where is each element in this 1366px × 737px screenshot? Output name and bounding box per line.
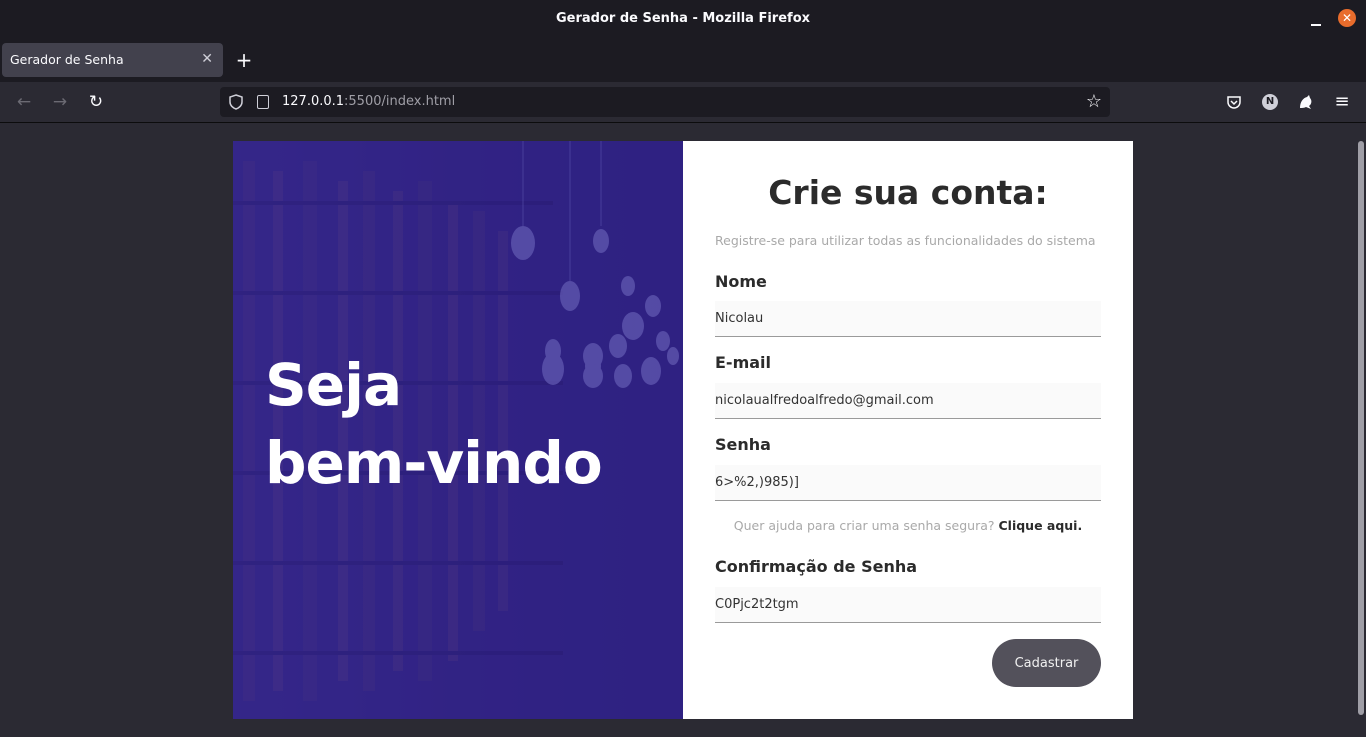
bookmark-star-icon[interactable]: ☆ — [1086, 91, 1102, 112]
page-viewport: Seja bem-vindo Crie sua conta: Registre-… — [0, 123, 1366, 737]
confirm-password-input[interactable] — [715, 587, 1101, 623]
name-label: Nome — [715, 272, 767, 291]
navigation-toolbar: ← → ↻ 127.0.0.1:5500/index.html ☆ N ≡ — [0, 82, 1366, 123]
url-path: :5500/index.html — [344, 94, 456, 109]
tab-strip: Gerador de Senha ✕ + — [0, 38, 1366, 82]
url-text[interactable]: 127.0.0.1:5500/index.html — [282, 94, 455, 109]
url-host: 127.0.0.1 — [282, 94, 345, 109]
password-help-text: Quer ajuda para criar uma senha segura? — [733, 518, 995, 533]
window-titlebar: Gerador de Senha - Mozilla Firefox ✕ — [0, 0, 1366, 38]
page-icon — [257, 95, 269, 109]
hamburger-menu-icon[interactable]: ≡ — [1332, 92, 1352, 112]
signup-card: Seja bem-vindo Crie sua conta: Registre-… — [233, 141, 1133, 719]
pocket-icon[interactable] — [1224, 92, 1244, 112]
password-input[interactable] — [715, 465, 1101, 501]
form-title: Crie sua conta: — [768, 173, 1048, 212]
reload-icon[interactable]: ↻ — [86, 92, 106, 112]
account-avatar-icon[interactable]: N — [1262, 94, 1278, 110]
password-help: Quer ajuda para criar uma senha segura? … — [683, 518, 1133, 533]
window-close-icon[interactable]: ✕ — [1338, 9, 1356, 27]
page-scrollbar[interactable] — [1358, 141, 1364, 715]
shield-icon[interactable] — [229, 94, 243, 110]
signup-form: Crie sua conta: Registre-se para utiliza… — [683, 141, 1133, 719]
email-input[interactable] — [715, 383, 1101, 419]
email-label: E-mail — [715, 353, 772, 372]
password-label: Senha — [715, 435, 771, 454]
form-subtitle: Registre-se para utilizar todas as funci… — [715, 233, 1096, 248]
welcome-line-2: bem-vindo — [265, 429, 603, 497]
forward-icon[interactable]: → — [50, 92, 70, 112]
minimize-icon[interactable] — [1311, 6, 1321, 26]
tab-label: Gerador de Senha — [10, 52, 124, 67]
tab-gerador-de-senha[interactable]: Gerador de Senha ✕ — [2, 43, 223, 77]
url-bar[interactable]: 127.0.0.1:5500/index.html ☆ — [220, 87, 1110, 117]
window-title: Gerador de Senha - Mozilla Firefox — [555, 11, 811, 26]
name-input[interactable] — [715, 301, 1101, 337]
password-help-link[interactable]: Clique aqui. — [998, 518, 1082, 533]
new-tab-icon[interactable]: + — [234, 48, 254, 72]
welcome-heading: Seja bem-vindo — [265, 346, 603, 502]
tab-close-icon[interactable]: ✕ — [201, 51, 213, 67]
extension-icon[interactable] — [1296, 92, 1316, 112]
confirm-password-label: Confirmação de Senha — [715, 557, 918, 576]
welcome-hero: Seja bem-vindo — [233, 141, 683, 719]
register-button[interactable]: Cadastrar — [992, 639, 1101, 687]
back-icon[interactable]: ← — [14, 92, 34, 112]
welcome-line-1: Seja — [265, 351, 402, 419]
